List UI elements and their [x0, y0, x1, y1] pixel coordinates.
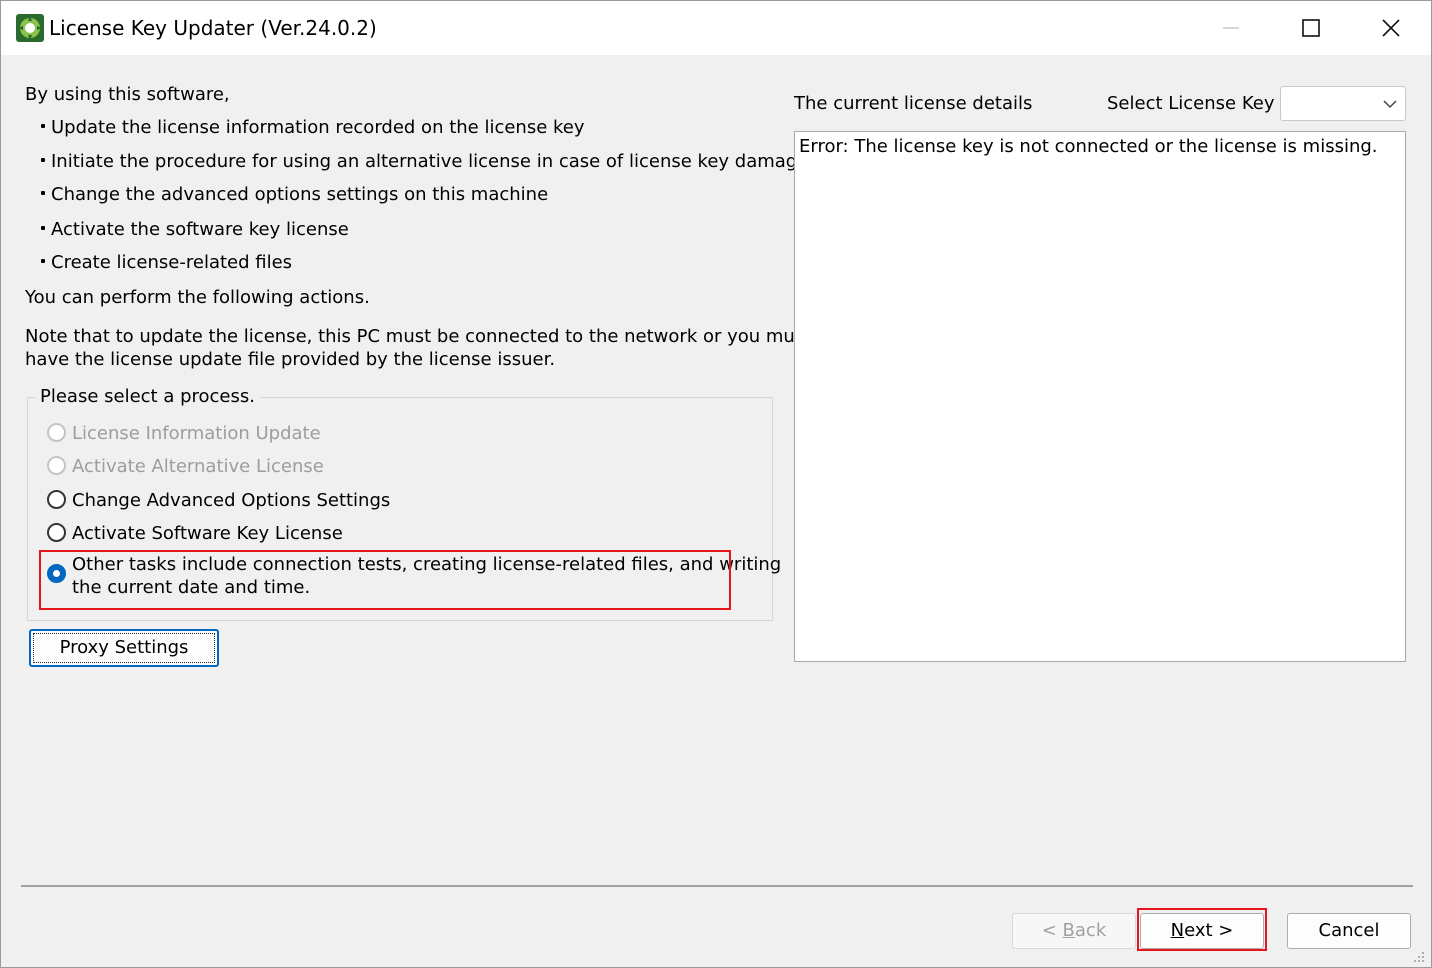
radio-circle[interactable] — [47, 423, 66, 442]
license-details-text: Error: The license key is not connected … — [799, 136, 1378, 157]
title-bar: License Key Updater (Ver.24.0.2) — [1, 1, 1431, 55]
bullet-icon — [41, 259, 45, 263]
minimize-button[interactable] — [1191, 1, 1271, 55]
app-green-gear-icon — [16, 14, 44, 42]
radio-label: License Information Update — [72, 423, 321, 444]
radio-label: Activate Software Key License — [72, 523, 343, 544]
intro-heading: By using this software, — [25, 84, 230, 105]
note-line-1: Note that to update the license, this PC… — [25, 326, 812, 347]
radio-label: Activate Alternative License — [72, 456, 324, 477]
intro-bullet: Change the advanced options settings on … — [41, 184, 548, 206]
close-button[interactable] — [1351, 1, 1431, 55]
back-label-suffix: ack — [1074, 920, 1107, 941]
highlight-annotation-next — [1137, 908, 1267, 951]
radio-circle[interactable] — [47, 490, 66, 509]
bullet-text: Change the advanced options settings on … — [51, 184, 549, 205]
back-label-prefix: < — [1041, 920, 1063, 941]
chevron-down-icon — [1383, 100, 1397, 109]
minimize-icon — [1223, 27, 1239, 29]
maximize-icon — [1302, 19, 1320, 37]
highlight-annotation-other-tasks — [39, 550, 731, 610]
bullet-icon — [41, 124, 45, 128]
window-title: License Key Updater (Ver.24.0.2) — [49, 16, 377, 40]
bullet-text: Initiate the procedure for using an alte… — [51, 151, 809, 172]
license-key-dropdown[interactable] — [1280, 86, 1406, 121]
cancel-button[interactable]: Cancel — [1287, 913, 1411, 949]
resize-grip-icon[interactable] — [1413, 951, 1425, 963]
radio-label: Change Advanced Options Settings — [72, 490, 391, 511]
intro-bullet: Initiate the procedure for using an alte… — [41, 151, 808, 173]
actions-text: You can perform the following actions. — [25, 287, 370, 308]
radio-circle[interactable] — [47, 456, 66, 475]
bullet-text: Create license-related files — [51, 252, 293, 273]
bullet-text: Update the license information recorded … — [51, 117, 585, 138]
select-license-key-label: Select License Key — [1107, 93, 1275, 114]
license-key-updater-window: License Key Updater (Ver.24.0.2) By usin… — [0, 0, 1432, 968]
bullet-icon — [41, 226, 45, 230]
proxy-settings-button[interactable]: Proxy Settings — [29, 629, 219, 667]
note-line-2: have the license update file provided by… — [25, 349, 556, 370]
intro-bullet: Update the license information recorded … — [41, 117, 585, 139]
process-group-title: Please select a process. — [35, 386, 260, 408]
footer-separator — [21, 885, 1413, 887]
intro-bullet: Create license-related files — [41, 252, 292, 274]
license-details-textbox[interactable]: Error: The license key is not connected … — [794, 131, 1406, 662]
radio-circle[interactable] — [47, 523, 66, 542]
bullet-text: Activate the software key license — [51, 219, 349, 240]
bullet-icon — [41, 191, 45, 195]
intro-bullet: Activate the software key license — [41, 219, 349, 241]
bullet-icon — [41, 158, 45, 162]
close-icon — [1382, 19, 1400, 37]
back-button[interactable]: < Back — [1012, 913, 1136, 949]
maximize-button[interactable] — [1271, 1, 1351, 55]
details-label: The current license details — [794, 93, 1033, 114]
back-accelerator: B — [1062, 920, 1075, 941]
